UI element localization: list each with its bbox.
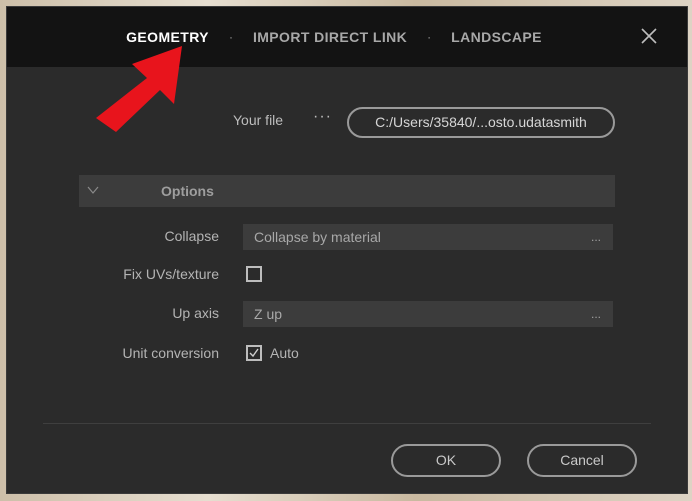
collapse-select[interactable]: Collapse by material ...: [243, 224, 613, 250]
fix-uvs-label: Fix UVs/texture: [123, 266, 219, 282]
tab-separator: ·: [427, 30, 432, 44]
up-axis-label: Up axis: [172, 305, 219, 321]
ok-button[interactable]: OK: [391, 444, 501, 477]
unit-conversion-label: Unit conversion: [122, 345, 220, 361]
red-arrow-annotation-icon: [96, 46, 182, 132]
cancel-button[interactable]: Cancel: [527, 444, 637, 477]
tab-separator: ·: [228, 30, 233, 44]
checkmark-icon: [249, 348, 259, 358]
collapse-dots: ...: [590, 230, 601, 244]
file-path-field[interactable]: C:/Users/35840/...osto.udatasmith: [347, 107, 615, 138]
up-axis-select[interactable]: Z up ...: [243, 301, 613, 327]
close-icon: [641, 28, 657, 44]
browse-file-button[interactable]: ···: [313, 108, 332, 126]
tab-landscape[interactable]: LANDSCAPE: [451, 29, 542, 45]
up-axis-dots: ...: [590, 307, 601, 321]
unit-conversion-auto-label: Auto: [270, 345, 299, 361]
close-button[interactable]: [637, 24, 661, 48]
collapse-label: Collapse: [164, 228, 219, 244]
options-section-header[interactable]: Options: [79, 175, 615, 207]
up-axis-value: Z up: [254, 306, 283, 322]
options-title: Options: [161, 183, 214, 199]
chevron-down-icon: [87, 186, 99, 194]
fix-uvs-checkbox[interactable]: [246, 266, 262, 282]
tab-import-direct-link[interactable]: IMPORT DIRECT LINK: [253, 29, 407, 45]
collapse-value: Collapse by material: [254, 229, 381, 245]
unit-conversion-checkbox[interactable]: [246, 345, 262, 361]
file-label: Your file: [233, 112, 284, 128]
footer-divider: [43, 423, 651, 424]
